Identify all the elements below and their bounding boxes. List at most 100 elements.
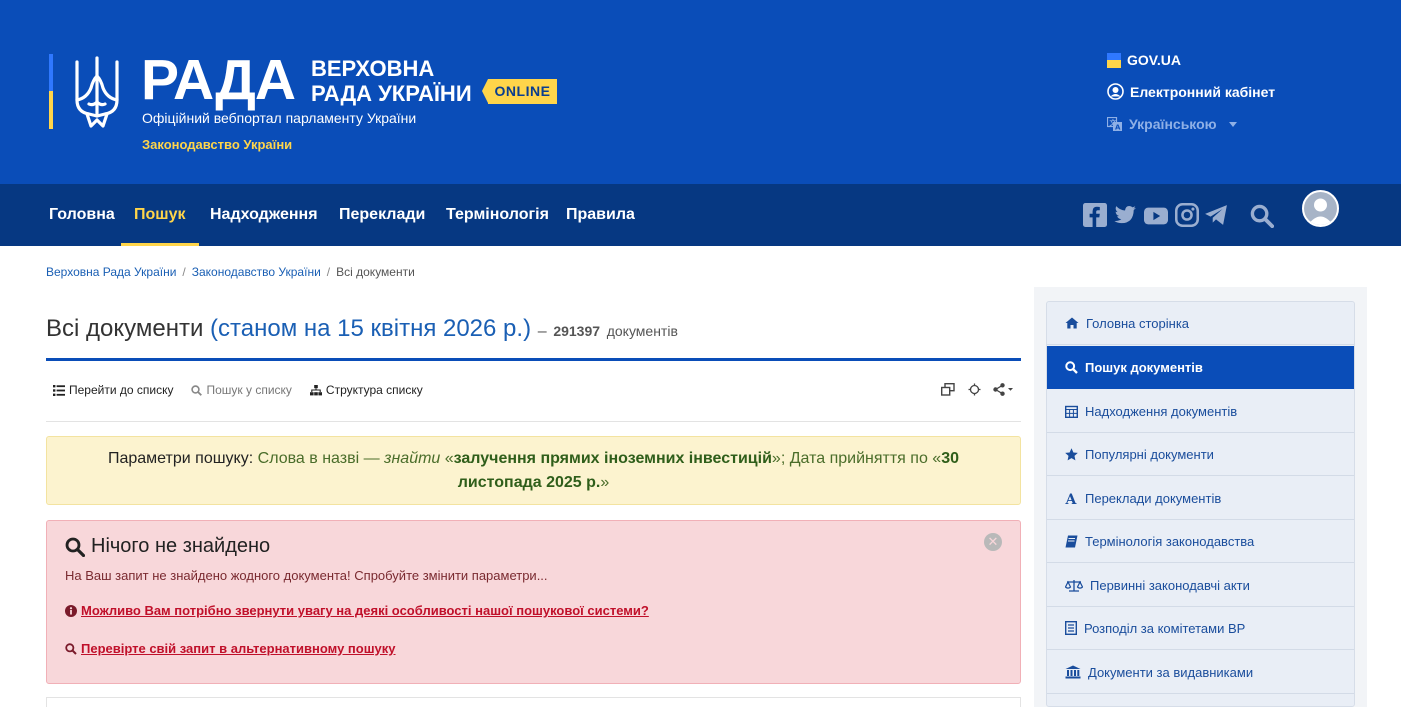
window-restore-icon[interactable] [941,383,955,396]
gov-ua-link[interactable]: GOV.UA [1107,52,1181,68]
nav-terminology[interactable]: Термінологія [446,184,549,246]
title-underline [46,358,1021,361]
sidebar-item-committees[interactable]: Розподіл за комітетами ВР [1047,607,1354,650]
sidebar-item-translations[interactable]: A Переклади документів [1047,477,1354,520]
user-circle-icon [1107,83,1124,100]
language-select[interactable]: 文 A Українською [1107,116,1237,132]
chevron-down-icon [1228,121,1237,127]
share-icon[interactable] [993,383,1015,396]
list-structure-button[interactable]: Структура списку [309,383,423,397]
gov-ua-label: GOV.UA [1127,52,1181,68]
cabinet-label: Електронний кабінет [1130,83,1276,100]
params-find: знайти [384,450,441,467]
page-title-date: (станом на 15 квітня 2026 р.) [210,315,532,342]
breadcrumb-separator: / [326,265,331,279]
sidebar-item-terminology[interactable]: Термінологія законодавства [1047,520,1354,563]
sidebar-item-label: Головна сторінка [1086,315,1190,331]
search-in-list-button[interactable]: Пошук у списку [191,383,292,397]
sidebar-item-search[interactable]: Пошук документів [1047,346,1354,389]
not-found-alert: Нічого не знайдено ✕ На Ваш запит не зна… [46,520,1021,684]
scales-icon [1065,579,1083,592]
document-count-unit: документів [606,323,678,339]
telegram-icon[interactable] [1204,203,1228,227]
toolbar-divider [46,421,1021,422]
list-structure-label: Структура списку [325,383,423,397]
svg-text:A: A [1065,492,1078,505]
close-icon[interactable]: ✕ [984,533,1002,551]
results-panel [46,697,1021,707]
user-avatar-icon[interactable] [1302,190,1339,227]
sidebar-item-label: Популярні документи [1085,446,1214,462]
sidebar-item-primary-acts[interactable]: Первинні законодавчі акти [1047,564,1354,607]
nav-home[interactable]: Головна [49,184,115,246]
search-tips-label: Можливо Вам потрібно звернути увагу на д… [81,603,649,618]
sidebar-item-label: Пошук документів [1085,359,1203,375]
sidebar-item-home[interactable]: Головна сторінка [1047,302,1354,345]
page-title-text: Всі документи [46,315,204,342]
language-icon: 文 A [1107,116,1122,131]
site-name-line2: РАДА УКРАЇНИ [311,81,472,106]
site-subtitle: Офіційний вебпортал парламенту України [142,110,417,126]
not-found-title-text: Нічого не знайдено [91,535,271,557]
section-link[interactable]: Законодавство України [142,137,292,152]
sidebar-item-label: Документи за видавниками [1088,664,1254,680]
alternative-search-label: Перевірте свій запит в альтернативному п… [81,641,396,656]
not-found-title: Нічого не знайдено [65,535,270,558]
sidebar-item-label: Надходження документів [1085,403,1238,419]
search-icon [1065,360,1078,374]
search-parameters: Параметри пошуку: Слова в назві — знайти… [46,436,1021,505]
sidebar-item-publishers[interactable]: Документи за видавниками [1047,651,1354,694]
book-icon [1065,535,1078,547]
twitter-icon[interactable] [1113,203,1137,227]
nav-incoming[interactable]: Надходження [210,184,318,246]
breadcrumb-current: Всі документи [336,265,415,279]
breadcrumb: Верховна Рада України / Законодавство Укра… [46,265,415,279]
breadcrumb-link-rada[interactable]: Верховна Рада України [46,265,176,279]
params-part2: »; Дата прийняття по « [771,450,942,467]
svg-text:A: A [1115,123,1121,131]
list-book-icon [1065,621,1077,635]
flag-stripe [49,54,53,129]
goto-list-button[interactable]: Перейти до списку [53,383,173,397]
instagram-icon[interactable] [1175,203,1199,227]
site-name-line1: ВЕРХОВНА [311,56,435,81]
site-name[interactable]: ВЕРХОВНА РАДА УКРАЇНИ [311,56,472,106]
sidebar-item-label: Розподіл за комітетами ВР [1084,620,1246,636]
goto-list-label: Перейти до списку [69,383,174,397]
online-badge: ONLINE [482,79,557,104]
trident-emblem-icon[interactable] [73,54,121,130]
info-circle-icon [65,604,77,617]
page-title: Всі документи (станом на 15 квітня 2026 … [46,315,678,343]
home-icon [1065,317,1079,329]
params-part1: Слова в назві — [253,450,385,467]
search-icon [191,384,203,396]
facebook-icon[interactable] [1083,203,1107,227]
params-label: Параметри пошуку: [107,450,254,467]
params-phrase: залучення прямих іноземних інвестицій [453,450,772,467]
list-toolbar: Перейти до списку Пошук у списку Структу… [53,383,423,397]
search-icon[interactable] [1250,204,1274,228]
nav-search[interactable]: Пошук [121,184,199,246]
params-open-quote: « [440,450,454,467]
breadcrumb-separator: / [182,265,186,279]
settings-icon[interactable] [968,383,981,396]
search-in-list-label: Пошук у списку [206,383,292,397]
not-found-message: На Ваш запит не знайдено жодного докумен… [65,568,548,583]
site-header: РАДА ВЕРХОВНА РАДА УКРАЇНИ ONLINE Офіцій… [0,0,1401,184]
search-tips-link[interactable]: Можливо Вам потрібно звернути увагу на д… [65,603,649,618]
params-close-quote: » [600,474,610,491]
alternative-search-link[interactable]: Перевірте свій запит в альтернативному п… [65,641,396,656]
title-dash: – [537,323,547,340]
logo-wordmark[interactable]: РАДА [141,50,296,110]
nav-translations[interactable]: Переклади [339,184,425,246]
sidebar-item-label: Переклади документів [1085,490,1222,506]
sidebar-item-popular[interactable]: Популярні документи [1047,433,1354,476]
font-icon: A [1065,492,1078,505]
breadcrumb-link-legislation[interactable]: Законодавство України [192,265,321,279]
sidebar-item-incoming[interactable]: Надходження документів [1047,390,1354,433]
youtube-icon[interactable] [1144,204,1168,228]
search-icon [65,642,77,655]
nav-rules[interactable]: Правила [566,184,635,246]
language-label: Українською [1129,116,1217,132]
cabinet-link[interactable]: Електронний кабінет [1107,83,1275,100]
